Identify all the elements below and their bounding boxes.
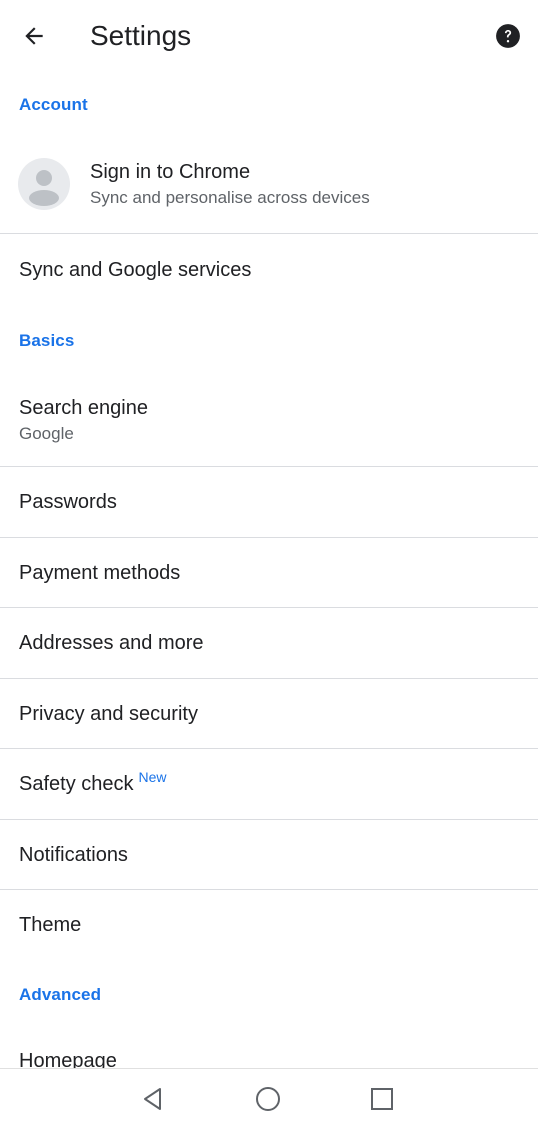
privacy-security-label: Privacy and security <box>19 703 198 725</box>
circle-home-icon <box>256 1087 280 1111</box>
payment-methods-row[interactable]: Payment methods <box>0 538 538 608</box>
settings-screen: Settings Account Sign in to Chrome Sync … <box>0 0 538 1127</box>
sync-google-services-label: Sync and Google services <box>19 259 252 281</box>
theme-row[interactable]: Theme <box>0 890 538 960</box>
search-engine-row[interactable]: Search engine Google <box>0 380 538 466</box>
privacy-security-row[interactable]: Privacy and security <box>0 679 538 749</box>
theme-label: Theme <box>19 914 82 936</box>
search-engine-label: Search engine <box>19 397 148 419</box>
sign-in-row[interactable]: Sign in to Chrome Sync and personalise a… <box>0 0 538 233</box>
safety-check-label-wrap: Safety check New <box>19 769 167 797</box>
notifications-label: Notifications <box>19 844 128 866</box>
square-recents-icon <box>371 1088 393 1110</box>
nav-home-button[interactable] <box>252 1083 284 1115</box>
section-header-advanced: Advanced <box>19 985 102 1004</box>
addresses-label: Addresses and more <box>19 632 204 654</box>
sync-google-services-row[interactable]: Sync and Google services <box>0 234 538 306</box>
system-navigation-bar <box>0 1068 538 1127</box>
new-badge: New <box>138 769 167 785</box>
nav-recents-button[interactable] <box>366 1083 398 1115</box>
homepage-row[interactable]: Homepage <box>0 1030 538 1068</box>
section-header-basics: Basics <box>19 331 75 350</box>
person-avatar-icon <box>18 158 70 210</box>
safety-check-row[interactable]: Safety check New <box>0 749 538 819</box>
nav-back-button[interactable] <box>137 1083 169 1115</box>
addresses-row[interactable]: Addresses and more <box>0 608 538 678</box>
sign-in-subtitle: Sync and personalise across devices <box>90 188 370 207</box>
search-engine-value: Google <box>19 424 74 443</box>
payment-methods-label: Payment methods <box>19 562 181 584</box>
sign-in-title: Sign in to Chrome <box>90 161 251 183</box>
notifications-row[interactable]: Notifications <box>0 820 538 890</box>
passwords-label: Passwords <box>19 491 117 513</box>
homepage-label: Homepage <box>19 1050 117 1068</box>
passwords-row[interactable]: Passwords <box>0 467 538 537</box>
safety-check-label: Safety check <box>19 773 134 795</box>
triangle-back-icon <box>144 1088 161 1110</box>
